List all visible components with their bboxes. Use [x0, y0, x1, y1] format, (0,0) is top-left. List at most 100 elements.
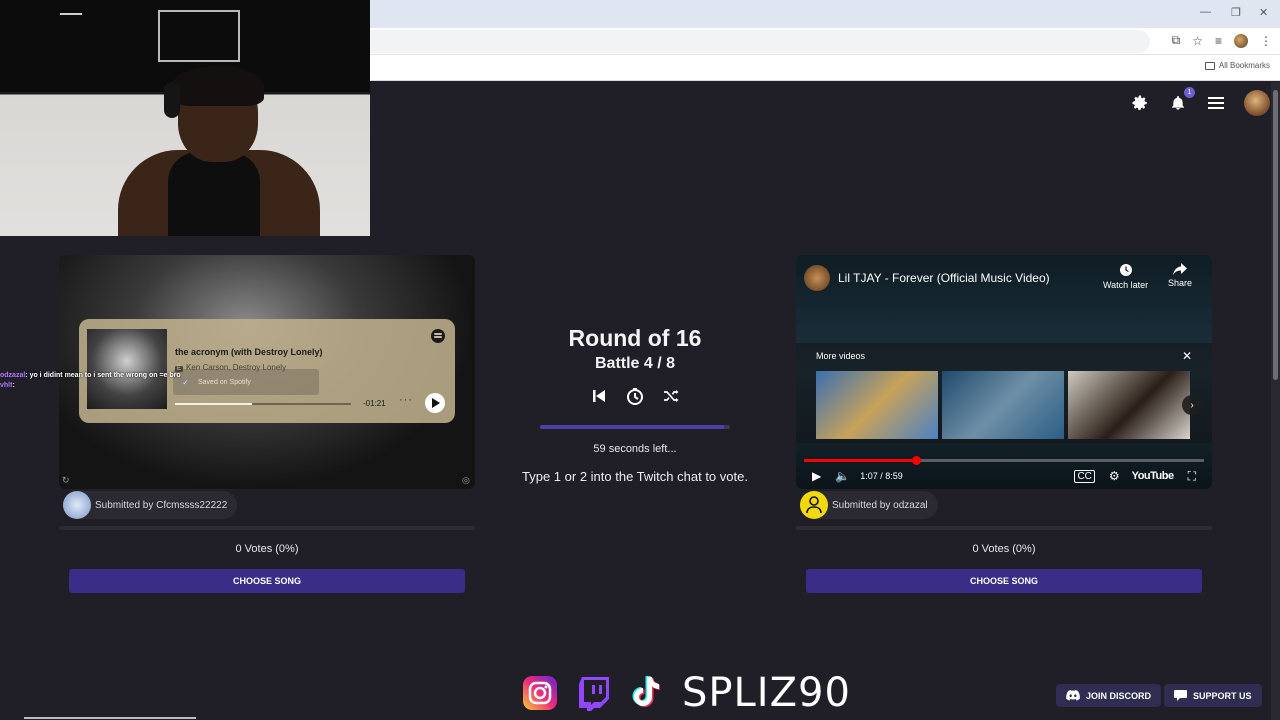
instagram-icon	[522, 675, 558, 711]
saved-text: Saved on Spotify	[198, 378, 251, 386]
close-window-icon[interactable]: ✕	[1259, 6, 1268, 19]
album-cover	[87, 329, 167, 409]
track-progress[interactable]	[175, 403, 351, 405]
share-label: Share	[1168, 278, 1193, 288]
vote-count: 0 Votes (0%)	[972, 543, 1036, 555]
scrollbar-thumb[interactable]	[1273, 90, 1278, 380]
video-controls: ▶ 🔈 1:07 / 8:59 CC ⚙ YouTube ⛶	[804, 466, 1204, 486]
restore-icon[interactable]: ❐	[1231, 6, 1241, 19]
video-header: Lil TJAY - Forever (Official Music Video…	[804, 265, 1050, 291]
chat-text: :	[12, 382, 15, 389]
browser-menu-icon[interactable]: ⋮	[1260, 34, 1272, 48]
chevron-right-icon[interactable]: ›	[1182, 395, 1202, 415]
more-options-icon[interactable]: ···	[399, 394, 413, 406]
fullscreen-icon[interactable]: ⛶	[1188, 469, 1196, 484]
video-thumbnail[interactable]	[942, 371, 1064, 439]
shuffle-icon[interactable]	[662, 387, 680, 405]
vote-instructions: Type 1 or 2 into the Twitch chat to vote…	[522, 469, 748, 484]
taskbar-indicator	[24, 717, 196, 719]
webcam-wall-line	[60, 13, 82, 15]
battle-number: Battle 4 / 8	[594, 355, 676, 372]
page-scrollbar[interactable]	[1271, 82, 1280, 720]
close-icon[interactable]: ✕	[1182, 349, 1192, 363]
scrubber-handle[interactable]	[912, 456, 921, 465]
play-icon[interactable]	[425, 393, 445, 413]
profile-avatar[interactable]	[1234, 33, 1248, 48]
browser-titlebar: — ❐ ✕	[370, 0, 1280, 28]
tiktok-icon	[630, 675, 661, 711]
discord-icon	[1066, 690, 1080, 701]
stream-socials: SPLIZ90	[522, 670, 851, 716]
address-bar[interactable]	[370, 30, 1150, 53]
track-time: -01:21	[363, 399, 386, 408]
youtube-embed[interactable]: Lil TJAY - Forever (Official Music Video…	[796, 255, 1212, 489]
more-videos-panel: More videos ✕ ›	[796, 343, 1212, 443]
settings-icon[interactable]	[1130, 93, 1150, 113]
streamer-hair	[172, 66, 264, 106]
media-control-icon[interactable]: ≡	[1215, 34, 1222, 48]
video-title[interactable]: Lil TJAY - Forever (Official Music Video…	[838, 271, 1050, 285]
play-icon[interactable]: ▶	[812, 469, 821, 483]
timer-progress-fill	[540, 425, 725, 429]
more-videos-label: More videos	[816, 351, 866, 361]
choose-song-button[interactable]: CHOOSE SONG	[806, 569, 1202, 593]
webcam-overlay	[0, 0, 370, 236]
previous-icon[interactable]	[590, 387, 608, 405]
settings-icon[interactable]: ⚙	[1109, 469, 1120, 483]
top-nav: 1	[1130, 87, 1270, 116]
timer-progress	[540, 425, 730, 429]
video-progress-played	[804, 459, 916, 462]
youtube-logo[interactable]: YouTube	[1132, 470, 1174, 482]
track-artist-text: Ken Carson, Destroy Lonely	[186, 363, 287, 372]
chat-username: odzazal	[0, 372, 26, 379]
timer-icon[interactable]	[626, 387, 644, 405]
chat-message: vhlt:	[0, 381, 181, 391]
card-divider	[796, 526, 1212, 530]
user-avatar[interactable]	[1244, 90, 1270, 116]
bookmark-star-icon[interactable]: ☆	[1192, 34, 1203, 48]
refresh-icon[interactable]: ↻	[62, 475, 70, 486]
twitch-chat-overlay: odzazal: yo i didint mean to i sent the …	[0, 371, 181, 391]
volume-icon[interactable]: 🔈	[835, 469, 850, 483]
folder-icon	[1204, 61, 1215, 70]
menu-icon[interactable]	[1206, 93, 1226, 113]
support-icon	[1174, 690, 1187, 701]
video-thumbnail[interactable]	[1068, 371, 1190, 439]
spotify-logo-icon	[431, 329, 445, 343]
default-user-icon	[800, 491, 828, 519]
support-us-button[interactable]: SUPPORT US	[1164, 684, 1262, 707]
watch-later-button[interactable]: Watch later	[1103, 263, 1148, 290]
submitter-avatar	[63, 491, 91, 519]
headset	[164, 82, 180, 118]
captions-icon[interactable]: CC	[1074, 469, 1095, 483]
notifications-icon[interactable]: 1	[1168, 87, 1195, 113]
share-button[interactable]: Share	[1168, 263, 1192, 288]
channel-avatar[interactable]	[804, 265, 830, 291]
bookmarks-bar: All Bookmarks	[370, 55, 1280, 81]
watch-later-label: Watch later	[1103, 280, 1149, 290]
track-title: the acronym (with Destroy Lonely)	[175, 347, 323, 357]
all-bookmarks[interactable]: All Bookmarks	[1204, 61, 1270, 70]
webcam-picture-frame	[158, 10, 240, 62]
battle-center: Round of 16 Battle 4 / 8 59 seconds left…	[495, 325, 775, 484]
video-thumbnail[interactable]	[816, 371, 938, 439]
hide-icon[interactable]: ◎	[462, 475, 470, 486]
track-artist: E Ken Carson, Destroy Lonely	[175, 363, 286, 372]
submitter-badge: Submitted by odzazal	[800, 491, 938, 519]
round-title: Round of 16	[568, 325, 702, 351]
notification-badge: 1	[1184, 87, 1195, 98]
timer-text: 59 seconds left...	[593, 443, 677, 455]
track-progress-fill	[175, 403, 253, 405]
join-discord-button[interactable]: JOIN DISCORD	[1056, 684, 1162, 707]
minimize-icon[interactable]: —	[1200, 6, 1211, 18]
install-app-icon[interactable]: ⧉	[1172, 33, 1181, 48]
streamer-shirt	[168, 152, 260, 236]
address-row: ⧉ ☆ ≡ ⋮	[370, 28, 1280, 55]
submitter-text: Submitted by odzazal	[832, 499, 928, 511]
support-us-label: SUPPORT US	[1193, 690, 1252, 701]
all-bookmarks-label: All Bookmarks	[1218, 61, 1270, 70]
choose-song-button[interactable]: CHOOSE SONG	[69, 569, 465, 593]
submitter-text: Submitted by Cfcmssss22222	[95, 499, 228, 511]
browser-toolbar-icons: ⧉ ☆ ≡ ⋮	[1172, 33, 1272, 48]
video-progress[interactable]	[804, 456, 1204, 465]
